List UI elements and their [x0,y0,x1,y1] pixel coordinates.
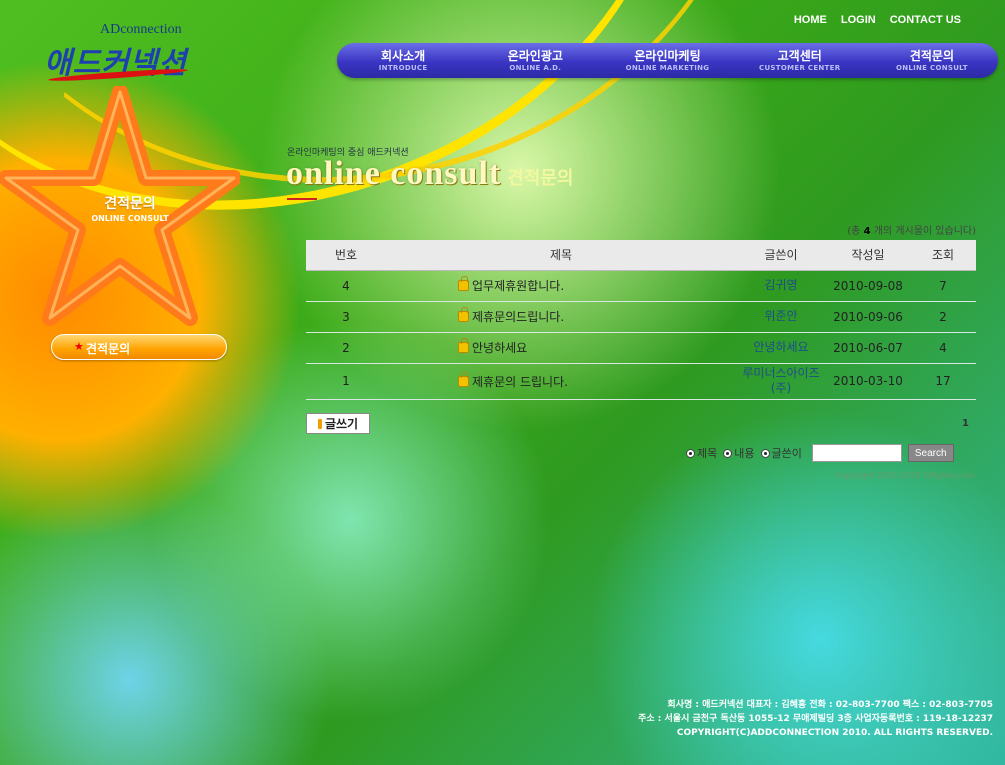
header-date: 작성일 [826,240,910,271]
row-date: 2010-06-07 [826,332,910,364]
row-views: 4 [910,332,976,364]
nav-online-consult[interactable]: 견적문의 ONLINE CONSULT [866,49,998,73]
footer: 회사명 : 애드커넥션 대표자 : 김혜흥 전화 : 02-803-7700 팩… [638,698,993,740]
row-subject: 제휴문의 드립니다. [386,363,736,400]
row-number: 2 [306,332,386,364]
nav-sublabel: ONLINE A.D. [509,63,562,72]
row-date: 2010-03-10 [826,363,910,400]
subject-link[interactable]: 안녕하세요 [472,341,527,355]
pencil-icon [317,418,322,429]
write-button[interactable]: 글쓰기 [306,413,370,434]
row-views: 7 [910,270,976,302]
table-row: 3 제휴문의드립니다. 위준안 2010-09-06 2 [306,301,976,333]
page-number[interactable]: 1 [962,418,969,429]
row-number: 1 [306,363,386,400]
nav-label: 고객센터 [777,48,822,63]
post-count-number: 4 [863,226,871,237]
lock-icon [458,307,469,322]
nav-label: 온라인마케팅 [634,48,701,63]
small-copyright: Copyright 2003-2010 GMglory.com [835,471,975,480]
section-subtitle: ONLINE CONSULT [91,214,169,223]
lock-icon [458,371,469,387]
footer-company-info: 회사명 : 애드커넥션 대표자 : 김혜흥 전화 : 02-803-7700 팩… [667,700,993,710]
radio-label: 글쓴이 [771,447,802,460]
nav-introduce[interactable]: 회사소개 INTRODUCE [337,49,469,73]
search-option-content[interactable]: 내용 [723,445,755,461]
login-link[interactable]: LOGIN [841,14,876,26]
table-row: 1 제휴문의 드립니다. 루미너스아이즈(주) 2010-03-10 17 [306,363,976,400]
main-navigation: 회사소개 INTRODUCE 온라인광고 ONLINE A.D. 온라인마케팅 … [337,43,998,78]
subject-link[interactable]: 제휴문의 드립니다. [472,375,568,389]
radio-icon [686,448,695,458]
search-button[interactable]: Search [907,444,954,462]
radio-label: 제목 [697,447,718,460]
section-title: 견적문의 [104,196,156,212]
row-writer[interactable]: 루미너스아이즈(주) [736,363,826,400]
nav-online-ad[interactable]: 온라인광고 ONLINE A.D. [469,49,601,73]
row-date: 2010-09-06 [826,301,910,333]
row-writer[interactable]: 위준안 [736,301,826,333]
row-views: 2 [910,301,976,333]
row-writer[interactable]: 안녕하세요 [736,332,826,364]
row-views: 17 [910,363,976,400]
page-title-english: online consult [286,155,502,192]
nav-sublabel: CUSTOMER CENTER [759,63,841,72]
row-number: 3 [306,301,386,333]
title-underline [287,198,317,200]
row-subject: 업무제휴원합니다. [386,270,736,302]
radio-icon [760,448,770,458]
lock-icon [458,338,469,353]
top-links: HOME LOGIN CONTACT US [794,14,961,26]
row-date: 2010-09-08 [826,270,910,302]
search-input[interactable] [811,444,902,462]
header-views: 조회 [910,240,976,271]
table-row: 2 안녕하세요 안녕하세요 2010-06-07 4 [306,332,976,364]
page-title: online consult 견적문의 [286,155,573,193]
nav-online-marketing[interactable]: 온라인마케팅 ONLINE MARKETING [601,49,733,73]
lock-icon [458,276,469,291]
nav-label: 견적문의 [909,48,954,63]
contact-us-link[interactable]: CONTACT US [890,14,961,26]
nav-label: 온라인광고 [507,48,563,63]
table-header-row: 번호 제목 글쓴이 작성일 조회 [306,240,976,271]
row-writer[interactable]: 김귀영 [736,270,826,302]
footer-address: 주소 : 서울시 금천구 독산동 1055-12 무애제빌딩 3층 사업자등록번… [638,714,993,724]
post-count-prefix: (총 [847,226,861,237]
nav-sublabel: ONLINE MARKETING [625,63,710,72]
post-count-suffix: 개의 게시물이 있습니다) [873,226,976,237]
logo-english: ADconnection [100,22,182,37]
row-number: 4 [306,270,386,302]
header-writer: 글쓴이 [736,240,826,271]
nav-customer-center[interactable]: 고객센터 CUSTOMER CENTER [734,49,866,73]
radio-label: 내용 [734,447,755,460]
header-number: 번호 [306,240,386,271]
radio-icon [723,448,733,458]
nav-label: 회사소개 [381,48,426,63]
subject-link[interactable]: 업무제휴원합니다. [472,279,564,293]
side-menu-item-consult[interactable]: ★ 견적문의 [51,334,227,360]
post-count: (총 4 개의 게시물이 있습니다) [847,222,976,237]
star-bullet-icon: ★ [74,340,84,353]
logo[interactable]: ADconnection 애드커넥션 [44,22,194,83]
page-title-korean: 견적문의 [507,168,574,189]
subject-link[interactable]: 제휴문의드립니다. [472,310,564,324]
nav-sublabel: INTRODUCE [378,63,428,72]
row-subject: 안녕하세요 [386,332,736,364]
nav-sublabel: ONLINE CONSULT [895,63,968,72]
side-menu-label: 견적문의 [86,342,131,356]
board-table: 번호 제목 글쓴이 작성일 조회 4 업무제휴원합니다. 김귀영 2010-09… [306,240,976,400]
search-option-subject[interactable]: 제목 [686,445,717,461]
search-bar: 제목 내용 글쓴이 Search [686,444,954,462]
write-button-label: 글쓰기 [324,417,359,431]
row-subject: 제휴문의드립니다. [386,301,736,333]
table-row: 4 업무제휴원합니다. 김귀영 2010-09-08 7 [306,270,976,302]
home-link[interactable]: HOME [794,14,827,26]
footer-copyright: COPYRIGHT(C)ADDCONNECTION 2010. ALL RIGH… [676,728,993,738]
header-subject: 제목 [386,240,736,271]
search-option-writer[interactable]: 글쓴이 [760,445,802,461]
